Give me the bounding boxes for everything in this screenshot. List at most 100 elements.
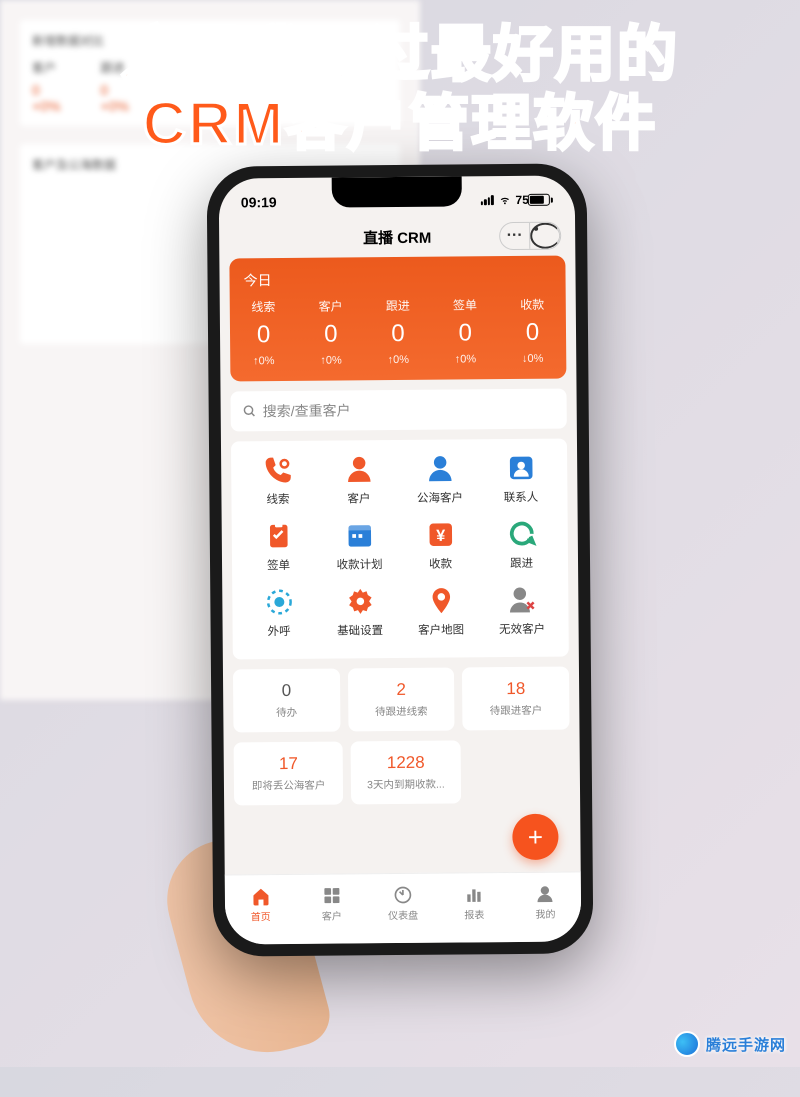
stat-value: 0 [297,320,364,349]
tab-客户[interactable]: 客户 [296,874,368,934]
stat-value: 0 [432,319,499,348]
stat-item[interactable]: 客户 0 ↑0% [297,297,365,367]
stat-value: 0 [499,319,566,348]
search-input[interactable]: 搜索/查重客户 [231,389,567,432]
today-label: 今日 [229,268,565,299]
calendar-icon [344,520,374,550]
tab-label: 客户 [322,908,342,923]
miniprogram-close-icon[interactable] [530,223,560,249]
stat-item[interactable]: 收款 0 ↓0% [499,296,567,366]
action-label: 跟进 [510,555,533,571]
money-icon: ¥ [425,520,455,550]
summary-number: 2 [352,680,451,701]
tab-label: 仪表盘 [388,907,418,922]
svg-text:¥: ¥ [436,527,445,545]
stat-value: 0 [230,321,297,350]
watermark-text: 腾远手游网 [706,1034,786,1055]
search-placeholder: 搜索/查重客户 [263,400,351,421]
contact-icon [506,453,536,483]
action-money[interactable]: ¥ 收款 [400,519,481,572]
summary-card[interactable]: 17 即将丢公海客户 [234,742,344,806]
stat-label: 客户 [297,297,364,315]
quick-actions-grid: 线索 客户 公海客户 联系人 签单 收款计划 ¥ 收款 跟进 外呼 基础设置 [231,439,569,660]
signal-icon [480,195,493,205]
person-x-icon [507,585,537,615]
action-label: 外呼 [268,623,291,639]
summary-label: 即将丢公海客户 [238,778,339,794]
clipboard-icon [263,521,293,551]
person-icon [425,454,455,484]
phone-notch [332,176,462,207]
tab-icon [322,886,342,906]
action-clipboard[interactable]: 签单 [238,521,319,574]
battery-icon: 75 [515,193,552,207]
summary-label: 待跟进线索 [352,704,451,720]
refresh-icon [506,519,536,549]
summary-number: 1228 [355,753,456,774]
person-icon [344,454,374,484]
stat-label: 线索 [230,298,297,316]
app-title-bar: 直播 CRM ··· [219,215,575,258]
add-fab-button[interactable]: + [512,814,558,860]
action-label: 客户 [347,490,370,506]
tab-报表[interactable]: 报表 [438,873,510,933]
phone-frame: 09:19 75 直播 CRM ··· 今日 [207,163,594,956]
stat-label: 收款 [499,296,566,314]
status-time: 09:19 [241,194,277,210]
promo-headline: 这是我见过最好用的 CRM客户管理软件 [0,20,800,158]
stat-pct: ↓0% [499,353,566,366]
today-stats-card: 今日 线索 0 ↑0% 客户 0 ↑0% 跟进 0 ↑0% 签单 0 ↑0% 收… [229,256,566,382]
action-label: 基础设置 [337,622,383,638]
action-label: 客户地图 [418,621,464,637]
action-phone-lead[interactable]: 线索 [237,455,318,508]
tab-label: 首页 [251,908,271,923]
phone-lead-icon [263,455,293,485]
tab-仪表盘[interactable]: 仪表盘 [367,874,439,934]
action-label: 联系人 [504,489,539,505]
action-person[interactable]: 客户 [318,454,399,507]
stat-pct: ↑0% [230,355,297,368]
stat-value: 0 [364,320,431,349]
stat-pct: ↑0% [297,354,364,367]
tab-label: 我的 [535,906,555,921]
action-label: 收款计划 [336,556,382,572]
action-contact[interactable]: 联系人 [480,453,561,506]
action-person-x[interactable]: 无效客户 [481,585,562,638]
summary-label: 待跟进客户 [467,703,566,719]
stat-item[interactable]: 线索 0 ↑0% [230,298,298,368]
summary-number: 17 [238,754,339,775]
tab-我的[interactable]: 我的 [510,872,582,932]
action-dial[interactable]: 外呼 [238,587,319,640]
search-icon [243,404,257,418]
summary-card[interactable]: 1228 3天内到期收款... [351,740,461,804]
pin-icon [426,586,456,616]
app-title: 直播 CRM [363,226,432,248]
action-gear[interactable]: 基础设置 [319,586,400,639]
action-person[interactable]: 公海客户 [399,453,480,506]
watermark: 腾远手游网 [674,1031,786,1057]
miniprogram-menu-icon[interactable]: ··· [500,223,530,249]
summary-card[interactable]: 18 待跟进客户 [462,667,569,731]
summary-label: 待办 [237,705,336,721]
action-calendar[interactable]: 收款计划 [319,520,400,573]
tab-icon [464,884,484,904]
stat-label: 签单 [431,296,498,314]
wifi-icon [497,195,511,206]
action-label: 收款 [429,556,452,572]
action-label: 公海客户 [417,489,463,505]
tab-首页[interactable]: 首页 [225,875,297,935]
tab-icon [250,886,270,906]
tab-icon [393,885,413,905]
action-label: 线索 [266,491,289,507]
summary-card[interactable]: 2 待跟进线索 [348,668,455,732]
summary-card[interactable]: 0 待办 [233,669,340,733]
action-pin[interactable]: 客户地图 [400,585,481,638]
stat-pct: ↑0% [432,353,499,366]
action-label: 签单 [267,557,290,573]
dial-icon [264,587,294,617]
stat-pct: ↑0% [365,354,432,367]
summary-number: 18 [466,679,565,700]
action-refresh[interactable]: 跟进 [481,519,562,572]
stat-item[interactable]: 签单 0 ↑0% [431,296,499,366]
stat-item[interactable]: 跟进 0 ↑0% [364,297,432,367]
